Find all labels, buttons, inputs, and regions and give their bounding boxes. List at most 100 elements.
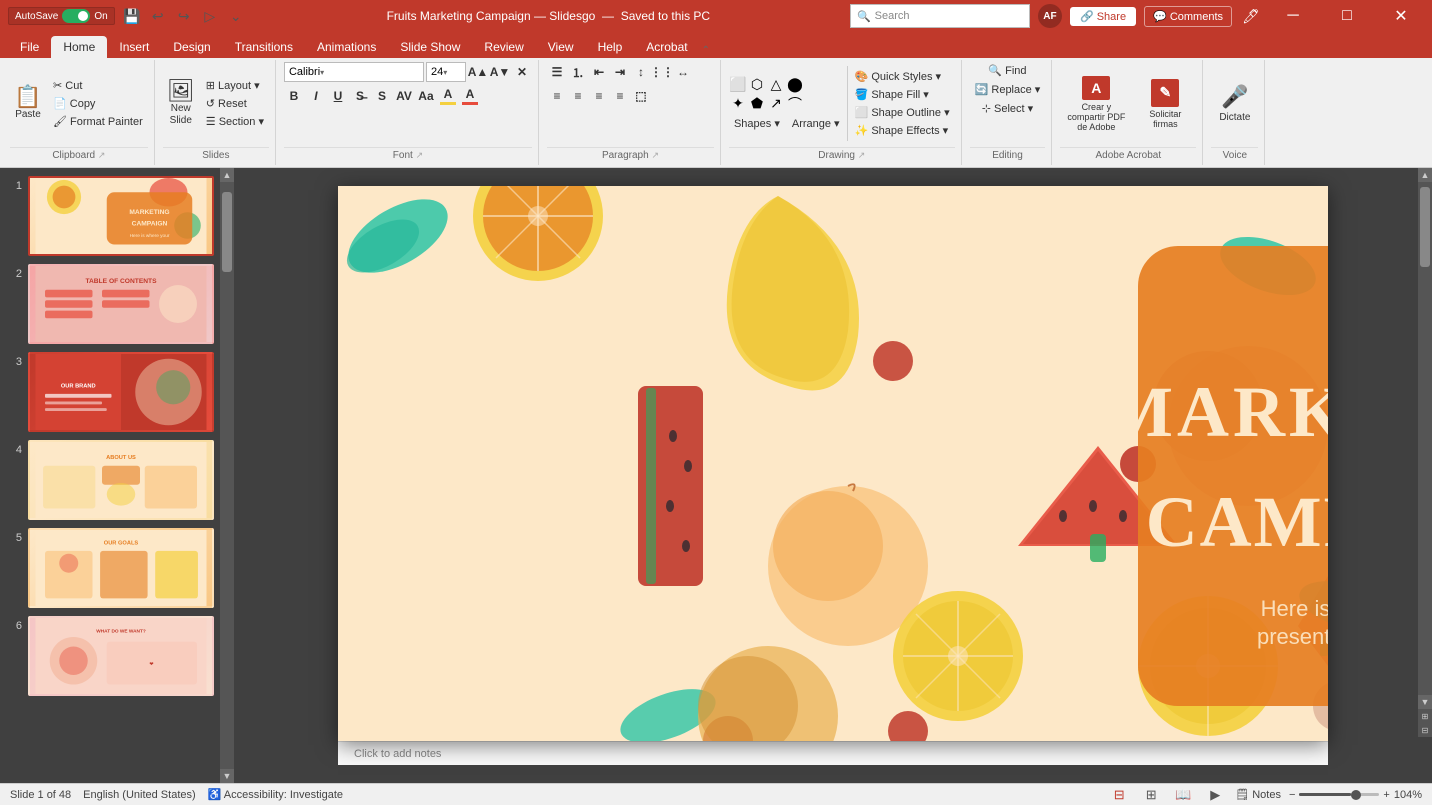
shape-item[interactable]: ⌒ [786,95,804,113]
shape-item[interactable]: ✦ [729,95,747,113]
bold-button[interactable]: B [284,86,304,106]
font-color-button[interactable]: A [460,86,480,106]
line-spacing-button[interactable]: ↕ [631,62,651,82]
underline-button[interactable]: U [328,86,348,106]
slide-item-5[interactable]: 5 OUR GOALS [6,528,214,608]
increase-indent-button[interactable]: ⇥ [610,62,630,82]
font-size-selector[interactable]: 24 ▾ [426,62,466,82]
tab-insert[interactable]: Insert [107,36,161,58]
smart-art-button[interactable]: ⬚ [631,86,651,106]
decrease-indent-button[interactable]: ⇤ [589,62,609,82]
font-name-selector[interactable]: Calibri ▾ [284,62,424,82]
justify-button[interactable]: ≡ [610,86,630,106]
slide-item-2[interactable]: 2 TABLE OF CONTENTS [6,264,214,344]
shape-item[interactable]: ⬜ [729,76,747,94]
close-button[interactable]: ✕ [1378,0,1424,32]
user-avatar[interactable]: AF [1038,4,1062,28]
slide-thumbnail-6[interactable]: WHAT DO WE WANT? ❤ [28,616,214,696]
zoom-slider[interactable] [1299,793,1379,796]
slide-thumbnail-1[interactable]: MARKETING CAMPAIGN Here is where your [28,176,214,256]
tab-file[interactable]: File [8,36,51,58]
align-center-button[interactable]: ≡ [568,86,588,106]
slide-item-6[interactable]: 6 WHAT DO WE WANT? ❤ [6,616,214,696]
slide-item-1[interactable]: 1 MARKETING CAMPAIGN Here is where your [6,176,214,256]
change-case-button[interactable]: Aa [416,86,436,106]
shape-item[interactable]: △ [767,76,785,94]
section-button[interactable]: ☰ Section ▾ [201,113,269,130]
minimize-button[interactable]: ─ [1270,0,1316,32]
slide-thumbnail-5[interactable]: OUR GOALS [28,528,214,608]
slide-show-button[interactable]: ▶ [1203,786,1227,804]
tab-view[interactable]: View [536,36,586,58]
present-button[interactable]: ▷ [199,5,221,27]
replace-button[interactable]: 🔄 Replace ▾ [970,81,1046,98]
zoom-in-button[interactable]: + [1383,789,1389,801]
highlight-color-button[interactable]: A [438,86,458,106]
new-slide-button[interactable]: 🖼 NewSlide [163,74,199,134]
quick-styles-button[interactable]: 🎨 Quick Styles ▾ [850,68,955,85]
columns-button[interactable]: ⋮⋮ [652,62,672,82]
align-left-button[interactable]: ≡ [547,86,567,106]
shape-item[interactable]: ↗ [767,95,785,113]
copy-button[interactable]: 📄 Copy [48,95,148,112]
fit-height-btn[interactable]: ⊟ [1418,723,1432,737]
zoom-out-button[interactable]: − [1289,789,1295,801]
slide-item-4[interactable]: 4 ABOUT US [6,440,214,520]
shape-fill-button[interactable]: 🪣 Shape Fill ▾ [850,86,955,103]
format-painter-button[interactable]: 🖌 Format Painter [48,113,148,130]
shapes-button[interactable]: Shapes ▾ [729,115,785,132]
slide-thumbnail-4[interactable]: ABOUT US [28,440,214,520]
cut-button[interactable]: ✂ Cut [48,77,148,94]
maximize-button[interactable]: □ [1324,0,1370,32]
arrange-button[interactable]: Arrange ▾ [787,115,845,132]
reading-view-button[interactable]: 📖 [1171,786,1195,804]
canvas-scrollbar[interactable]: ▲ ▼ ⊞ ⊟ [1418,168,1432,737]
slide-thumbnail-2[interactable]: TABLE OF CONTENTS [28,264,214,344]
shape-item[interactable]: ⬟ [748,95,766,113]
tab-transitions[interactable]: Transitions [223,36,305,58]
strikethrough-button[interactable]: S̶ [350,86,370,106]
text-direction-button[interactable]: ↔ [673,62,693,82]
tab-review[interactable]: Review [472,36,535,58]
canvas-scroll-up[interactable]: ▲ [1418,168,1432,182]
shape-effects-button[interactable]: ✨ Shape Effects ▾ [850,122,955,139]
tab-acrobat[interactable]: Acrobat [634,36,699,58]
clear-format-button[interactable]: ✕ [512,62,532,82]
scroll-down-arrow[interactable]: ▼ [220,769,234,783]
undo-button[interactable]: ↩ [147,5,169,27]
zoom-level[interactable]: 104% [1394,789,1422,801]
slide-panel-scrollbar[interactable]: ▲ ▼ [220,168,234,783]
decrease-font-button[interactable]: A▼ [490,62,510,82]
scroll-up-arrow[interactable]: ▲ [220,168,234,182]
find-button[interactable]: 🔍 Find [983,62,1031,79]
zoom-knob[interactable] [1351,790,1361,800]
fit-width-btn[interactable]: ⊞ [1418,709,1432,723]
slide-item-3[interactable]: 3 OUR BRAND [6,352,214,432]
notes-toggle[interactable]: 🗒 Notes [1235,788,1281,801]
shape-item[interactable]: ⬡ [748,76,766,94]
redo-button[interactable]: ↪ [173,5,195,27]
shape-outline-button[interactable]: ⬜ Shape Outline ▾ [850,104,955,121]
bullets-button[interactable]: ☰ [547,62,567,82]
italic-button[interactable]: I [306,86,326,106]
tab-slideshow[interactable]: Slide Show [388,36,472,58]
collapse-ribbon-button[interactable]: ⌃ [700,43,712,58]
main-slide[interactable]: MARKETING CAMPAIGN Here is where your pr… [338,186,1328,741]
notes-area[interactable]: Click to add notes [338,741,1328,765]
slide-thumbnail-3[interactable]: OUR BRAND [28,352,214,432]
slide-sorter-button[interactable]: ⊞ [1139,786,1163,804]
layout-button[interactable]: ⊞ Layout ▾ [201,77,269,94]
tab-home[interactable]: Home [51,36,107,58]
shape-item[interactable]: ⬤ [786,76,804,94]
align-right-button[interactable]: ≡ [589,86,609,106]
dictate-button[interactable]: 🎤 Dictate [1211,74,1258,134]
ribbon-display-options[interactable]: 🖊 [1240,5,1262,27]
autosave-badge[interactable]: AutoSave On [8,7,115,25]
char-spacing-button[interactable]: AV [394,86,414,106]
share-button[interactable]: 🔗 Share [1070,7,1136,26]
shadow-button[interactable]: S [372,86,392,106]
comments-button[interactable]: 💬 Comments [1144,6,1232,27]
search-box[interactable]: 🔍 Search [850,4,1030,28]
canvas-scroll-down[interactable]: ▼ [1418,695,1432,709]
tab-animations[interactable]: Animations [305,36,388,58]
